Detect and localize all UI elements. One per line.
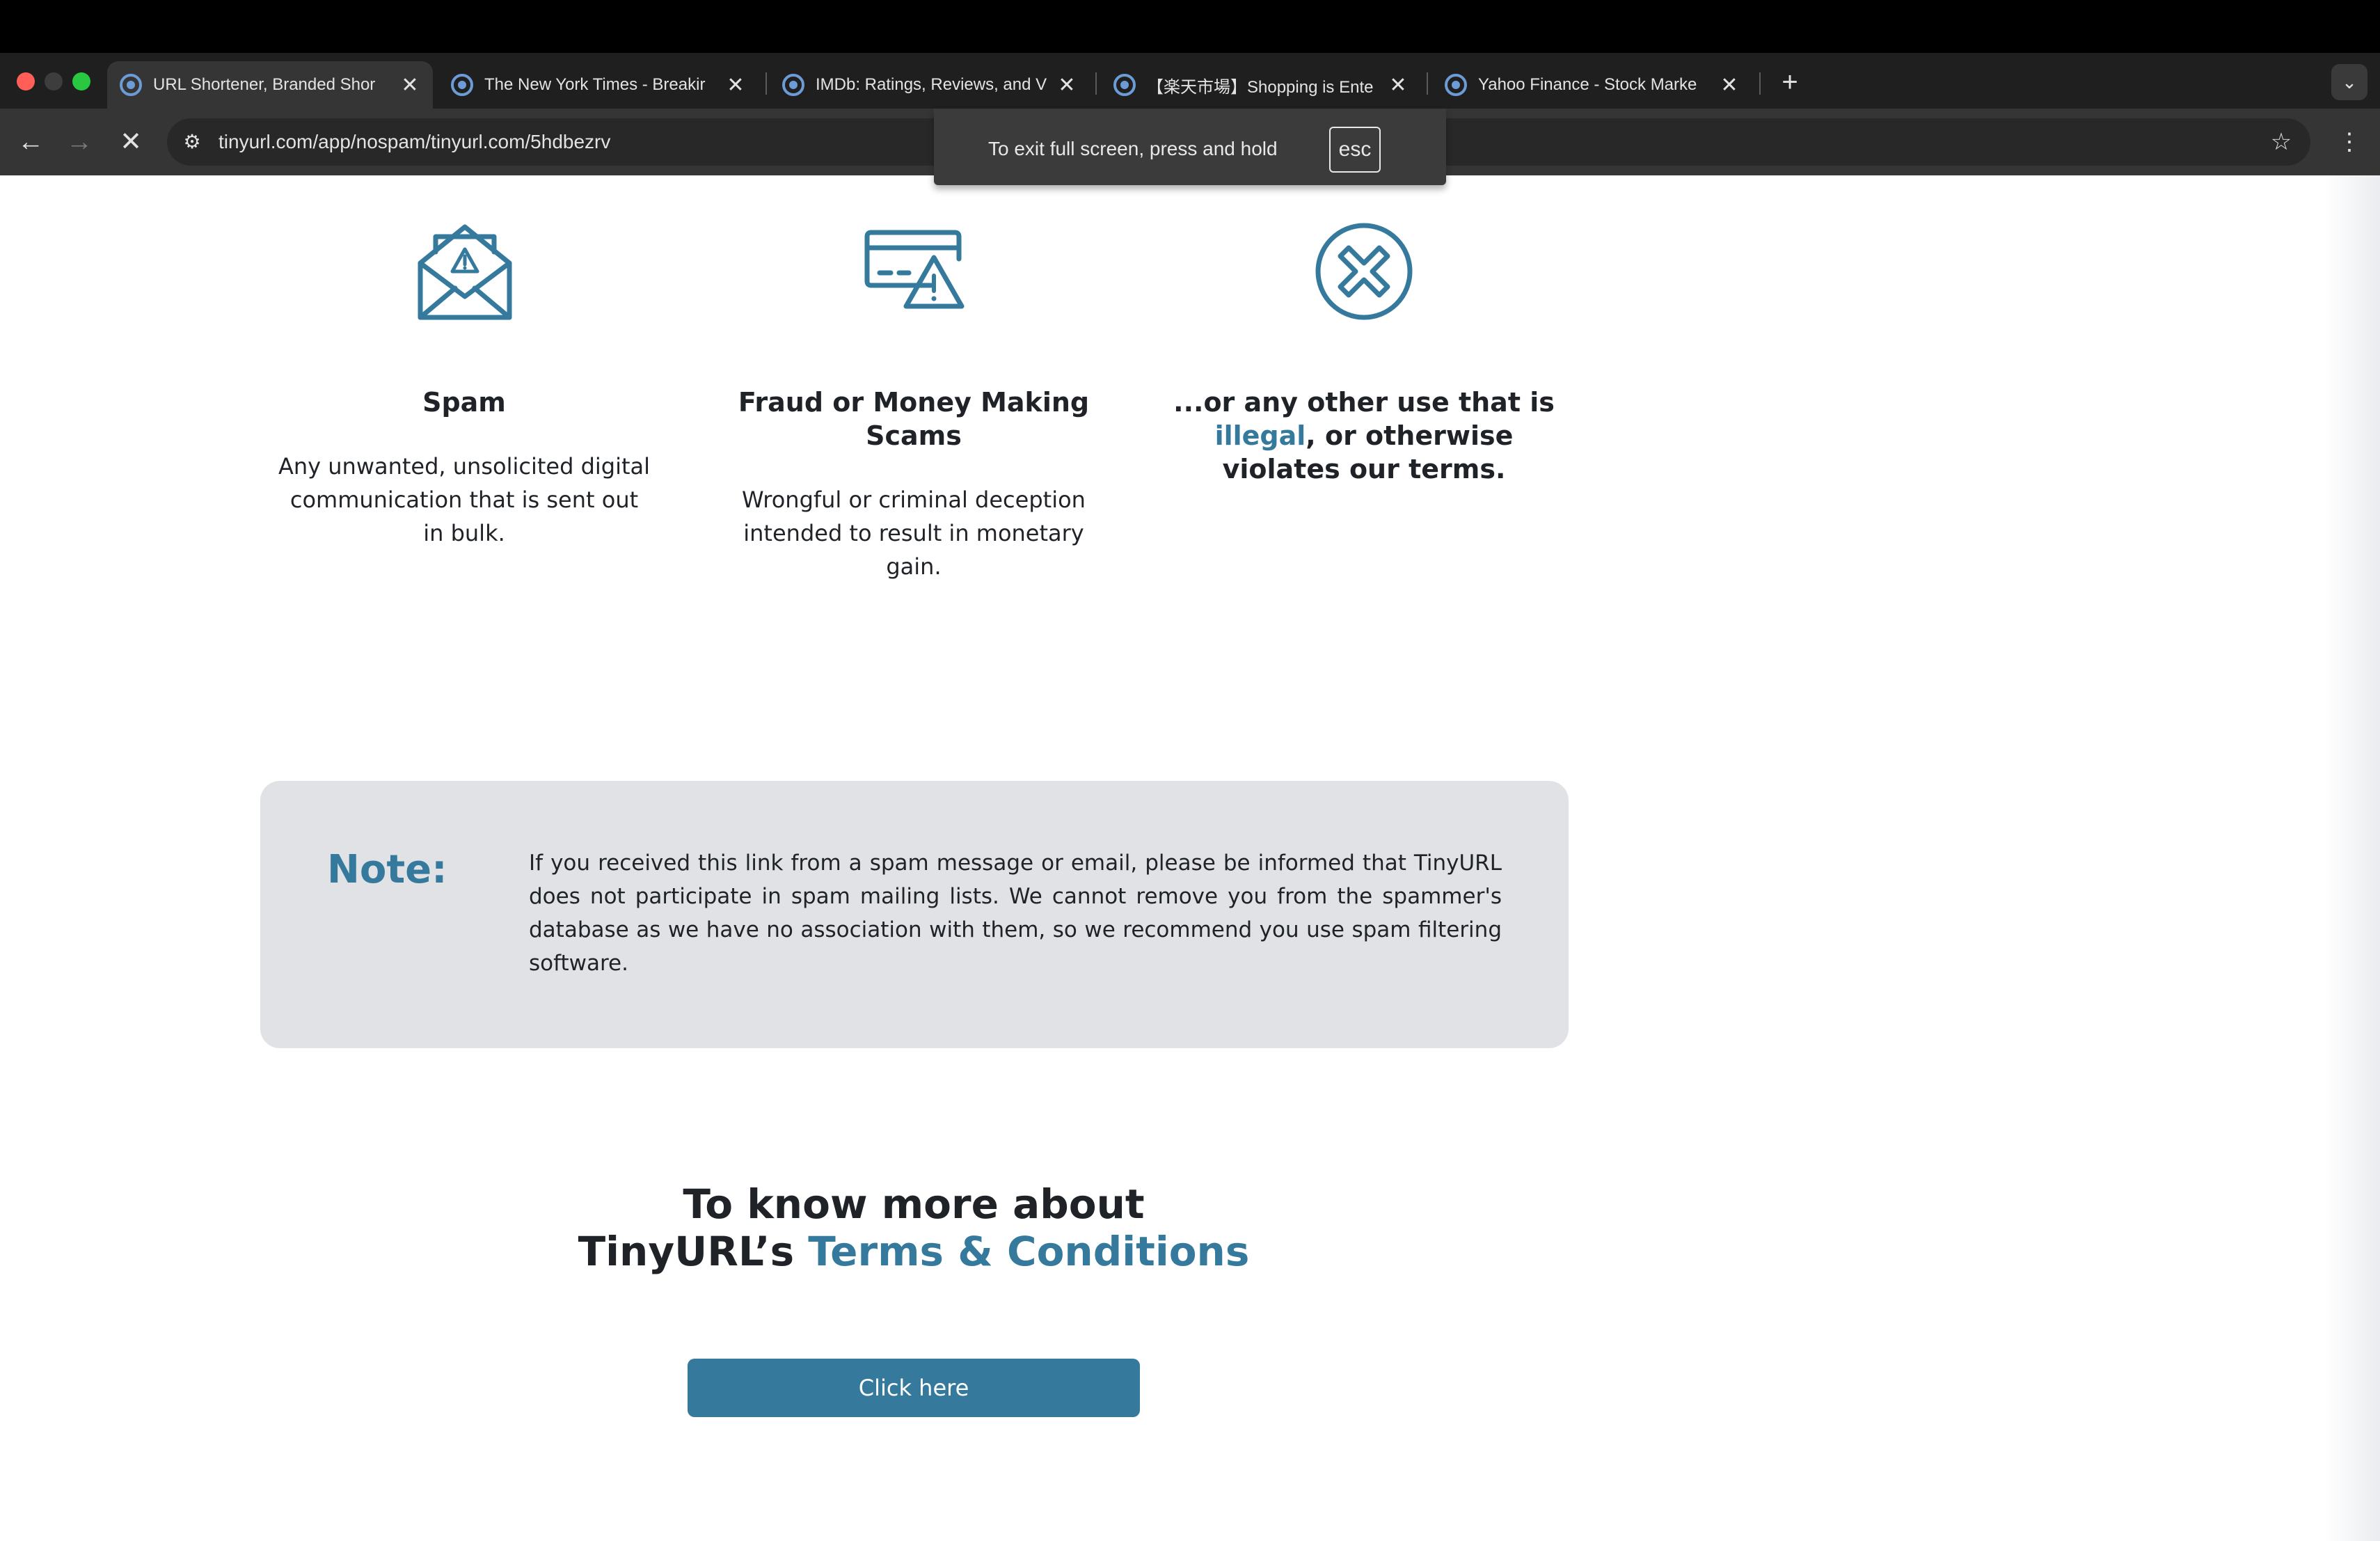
back-icon[interactable]: ←: [11, 123, 50, 161]
other-use-title-line: violates our terms.: [1222, 454, 1506, 484]
fraud-title: Fraud or Money Making Scams: [710, 386, 1118, 452]
other-use-title: ...or any other use that is illegal, or …: [1148, 386, 1580, 486]
fullscreen-toast-text: To exit full screen, press and hold: [988, 138, 1278, 159]
tab-close-icon[interactable]: ✕: [725, 73, 746, 97]
fraud-description-line: intended to result in monetary: [743, 520, 1084, 546]
note-label: Note:: [327, 847, 447, 892]
fraud-title-line: Scams: [866, 420, 962, 451]
terms-heading-line: TinyURL’s Terms & Conditions: [0, 1228, 1827, 1275]
note-text: If you received this link from a spam me…: [529, 851, 1502, 976]
fraud-description: Wrongful or criminal deception intended …: [710, 483, 1118, 583]
other-use-title-line: ...or any other use that is: [1173, 387, 1555, 418]
system-top-bar: [0, 0, 2380, 53]
fraud-description-line: Wrongful or criminal deception: [742, 487, 1086, 513]
spam-title: Spam: [422, 387, 506, 418]
fraud-description-line: gain.: [886, 553, 942, 580]
tab-search-button[interactable]: ⌄: [2331, 64, 2367, 100]
tab-imdb[interactable]: IMDb: Ratings, Reviews, and V ✕: [770, 61, 1090, 109]
tab-favicon-icon: [1113, 74, 1136, 96]
spam-envelope-icon: [416, 221, 514, 325]
spam-column: Spam Any unwanted, unsolicited digital c…: [266, 386, 663, 550]
tab-title: URL Shortener, Branded Shor: [153, 75, 376, 94]
other-use-title-fragment: , or otherwise: [1306, 420, 1514, 451]
esc-key-badge: esc: [1329, 127, 1381, 173]
bookmark-star-icon[interactable]: ☆: [2264, 125, 2298, 159]
tab-title: 【楽天市場】Shopping is Ente: [1147, 77, 1374, 97]
close-window-button[interactable]: [17, 72, 35, 90]
tab-close-icon[interactable]: ✕: [399, 73, 420, 97]
terms-link[interactable]: Terms & Conditions: [808, 1228, 1249, 1275]
tab-separator: [1759, 72, 1761, 95]
site-info-icon[interactable]: ⚙: [178, 128, 206, 156]
tab-close-icon[interactable]: ✕: [1056, 73, 1077, 97]
tab-favicon-icon: [451, 74, 473, 96]
other-use-title-line: illegal, or otherwise: [1148, 419, 1580, 452]
click-here-button[interactable]: Click here: [688, 1359, 1140, 1417]
tab-separator: [1427, 72, 1428, 95]
tab-close-icon[interactable]: ✕: [1719, 73, 1740, 97]
minimize-window-button[interactable]: [45, 72, 63, 90]
terms-heading-line: To know more about: [683, 1180, 1145, 1228]
stop-loading-icon[interactable]: ✕: [111, 123, 150, 161]
tab-title: IMDb: Ratings, Reviews, and V: [816, 75, 1047, 94]
terms-heading-prefix: TinyURL’s: [578, 1228, 809, 1275]
tab-rakuten[interactable]: 【楽天市場】Shopping is Ente ✕: [1101, 61, 1421, 109]
spam-description-line: in bulk.: [423, 520, 505, 546]
fraud-title-line: Fraud or Money Making: [738, 387, 1090, 418]
spam-description: Any unwanted, unsolicited digital commun…: [266, 450, 663, 550]
other-use-column: ...or any other use that is illegal, or …: [1148, 386, 1580, 486]
tab-favicon-icon: [1445, 74, 1467, 96]
fullscreen-window-button[interactable]: [72, 72, 90, 90]
spam-description-line: Any unwanted, unsolicited digital: [278, 453, 651, 480]
url-text[interactable]: tinyurl.com/app/nospam/tinyurl.com/5hdbe…: [219, 128, 610, 156]
tab-nytimes[interactable]: The New York Times - Breakir ✕: [438, 61, 759, 109]
page-edge-shade: [2324, 175, 2380, 1541]
spam-description-line: communication that is sent out: [289, 487, 639, 513]
fraud-card-icon: [864, 230, 965, 314]
prohibited-icon: [1314, 221, 1414, 325]
tab-favicon-icon: [120, 74, 142, 96]
tab-close-icon[interactable]: ✕: [1388, 73, 1409, 97]
tab-favicon-icon: [782, 74, 804, 96]
illegal-link[interactable]: illegal: [1215, 420, 1306, 451]
tab-tinyurl[interactable]: URL Shortener, Branded Shor ✕: [107, 61, 433, 109]
new-tab-button[interactable]: +: [1772, 64, 1808, 100]
forward-icon[interactable]: →: [60, 123, 99, 161]
terms-heading: To know more about TinyURL’s Terms & Con…: [0, 1180, 1827, 1275]
browser-menu-icon[interactable]: ⋮: [2333, 125, 2366, 159]
tab-yahoo-finance[interactable]: Yahoo Finance - Stock Marke ✕: [1432, 61, 1752, 109]
fraud-column: Fraud or Money Making Scams Wrongful or …: [710, 386, 1118, 583]
tab-title: Yahoo Finance - Stock Marke: [1478, 75, 1697, 94]
tab-separator: [1095, 72, 1097, 95]
tab-separator: [765, 72, 767, 95]
tab-title: The New York Times - Breakir: [484, 75, 706, 94]
